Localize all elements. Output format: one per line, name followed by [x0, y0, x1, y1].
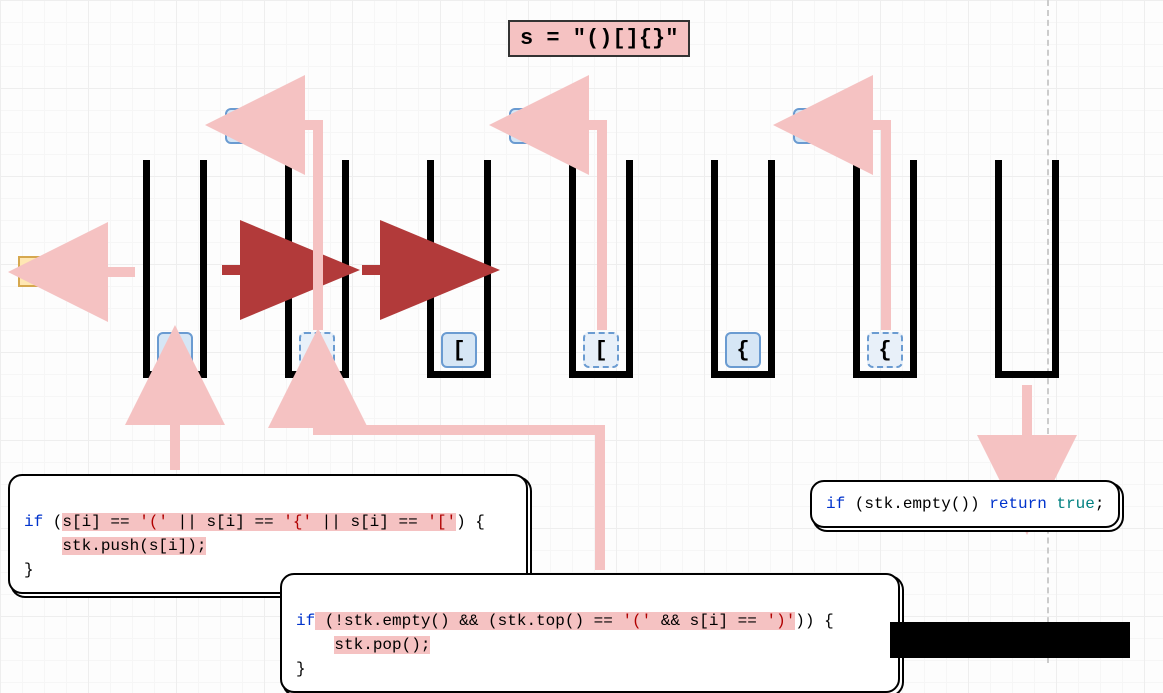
stack-7: [995, 160, 1059, 378]
stack-item: (: [157, 332, 193, 368]
code-pop-box: if (!stk.empty() && (stk.top() == '(' &&…: [280, 573, 900, 693]
popped-token: (: [225, 108, 261, 144]
stack-1: (: [143, 160, 207, 378]
stack-item: [: [583, 332, 619, 368]
code-return-box: if (stk.empty()) return true;: [810, 480, 1120, 528]
stack-2: (: [285, 160, 349, 378]
popped-token: {: [793, 108, 829, 144]
bottom-black-bar: [890, 622, 1130, 658]
stack-5: {: [711, 160, 775, 378]
stack-item: (: [299, 332, 335, 368]
stack-3: [: [427, 160, 491, 378]
stk-label: stk: [18, 256, 70, 287]
popped-token: [: [509, 108, 545, 144]
stack-item: {: [725, 332, 761, 368]
stack-6: {: [853, 160, 917, 378]
stack-item: {: [867, 332, 903, 368]
stack-item: [: [441, 332, 477, 368]
title-string: s = "()[]{}": [508, 20, 690, 57]
stack-4: [: [569, 160, 633, 378]
